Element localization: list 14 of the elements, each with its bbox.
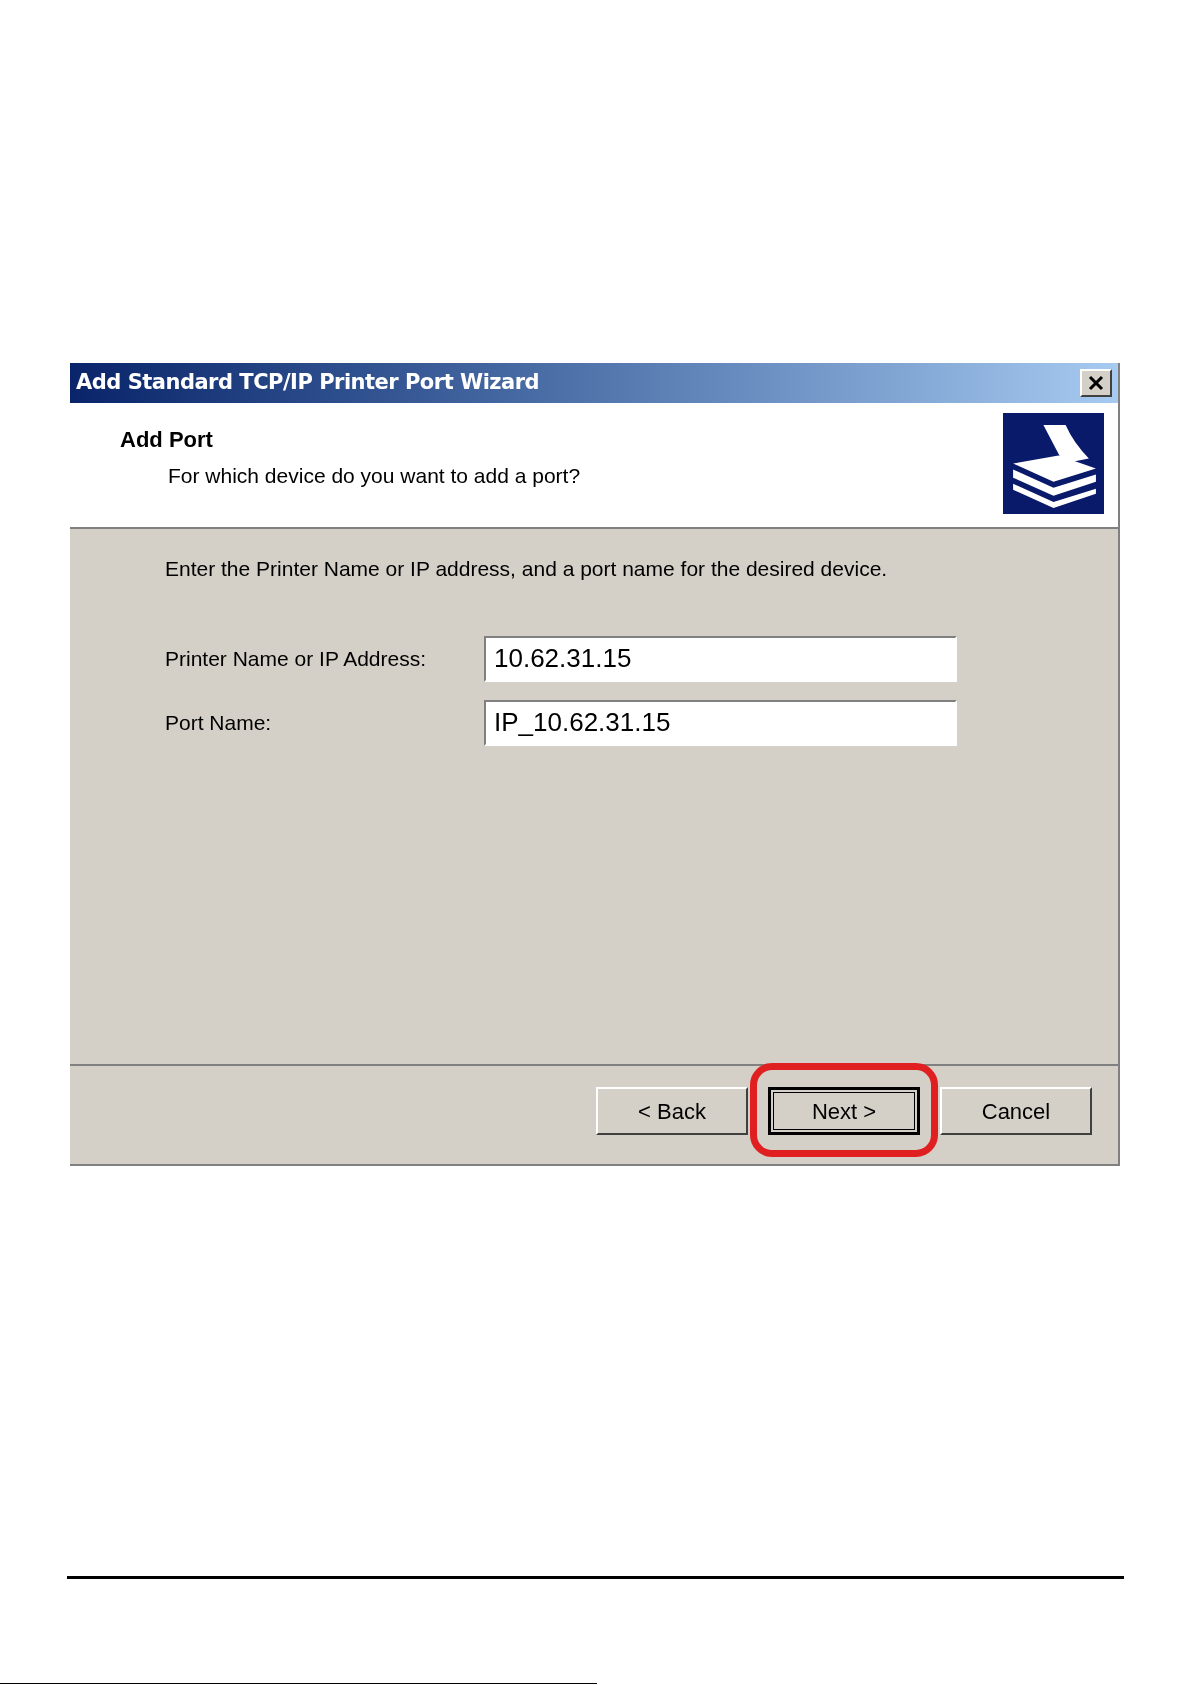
wizard-button[interactable]: Next >: [768, 1087, 920, 1135]
field-label: Printer Name or IP Address:: [165, 645, 428, 672]
wizard-button[interactable]: < Back: [596, 1087, 748, 1135]
field-label: Port Name:: [165, 709, 273, 736]
wizard-button[interactable]: Cancel: [940, 1087, 1092, 1135]
close-button[interactable]: [1080, 369, 1112, 397]
input-field[interactable]: IP_10.62.31.15: [484, 699, 957, 746]
instruction-text: Enter the Printer Name or IP address, and a port name for the desired device.: [165, 556, 889, 582]
input-field[interactable]: 10.62.31.15: [484, 635, 957, 682]
window-title: Add Standard TCP/IP Printer Port Wizard: [76, 369, 540, 397]
printer-icon: [1003, 413, 1104, 514]
header-title: Add Port: [120, 426, 214, 454]
header-subtitle: For which device do you want to add a port?: [167, 463, 581, 489]
close-icon: [1088, 375, 1104, 391]
